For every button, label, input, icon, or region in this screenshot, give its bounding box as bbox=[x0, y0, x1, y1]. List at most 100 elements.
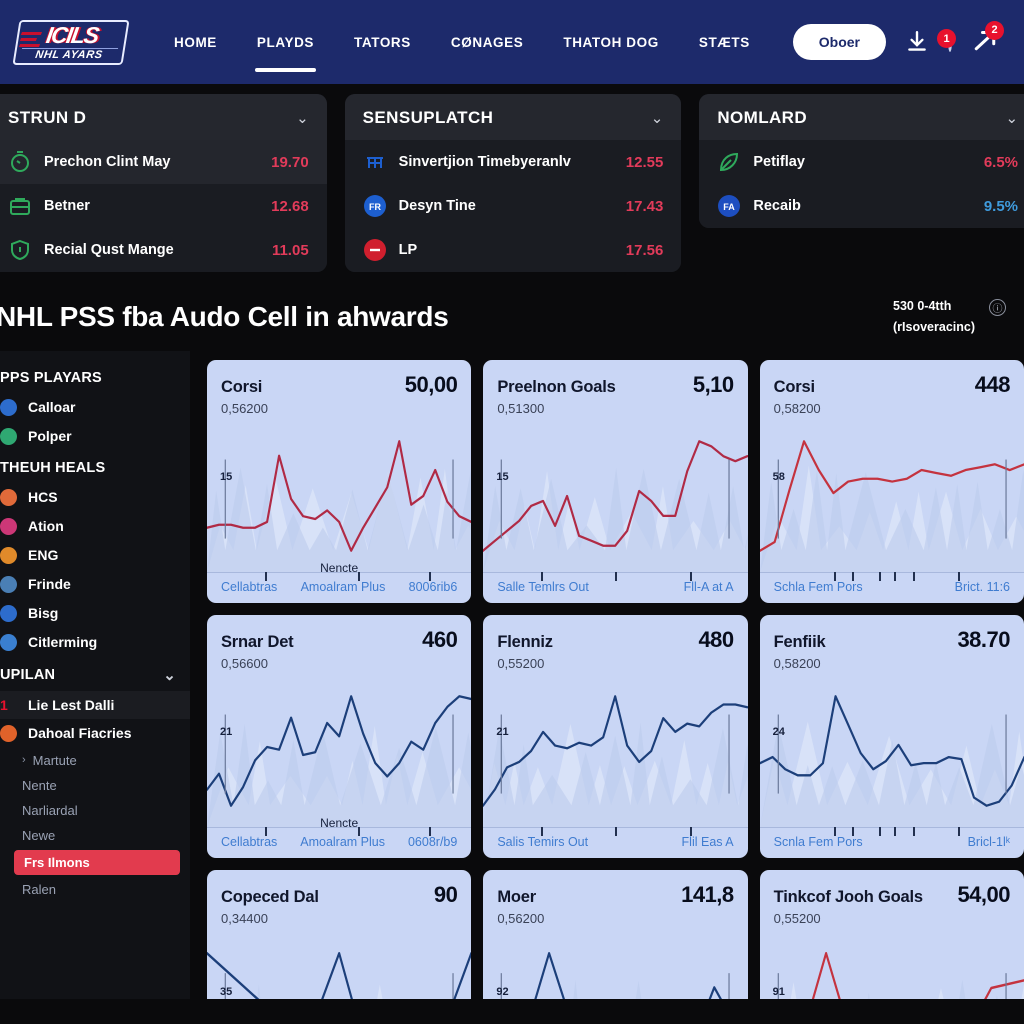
nav-item-conages[interactable]: CØNAGES bbox=[431, 0, 543, 84]
subscribe-button[interactable]: Oboer bbox=[792, 24, 886, 60]
stat-card[interactable]: Corsi 448 0,58200 58 Schla Fem Pors Brict. 11… bbox=[759, 359, 1024, 603]
stat-card[interactable]: Fenfiik 38.70 0,58200 24 Scnla Fem Pors Bricl… bbox=[759, 614, 1024, 858]
card-value: 90 bbox=[433, 881, 458, 907]
sidebar-item-group[interactable]: Dahoal Fiacries bbox=[0, 719, 190, 748]
stat-card[interactable]: Copeced Dal 90 0,34400 35 bbox=[207, 869, 472, 999]
stat-panel-header[interactable]: STRUN D ⌄ bbox=[0, 94, 327, 140]
sidebar-item-calloar[interactable]: Calloar bbox=[0, 393, 190, 422]
team-badge-icon bbox=[0, 604, 17, 622]
card-footer-right[interactable]: 8006rib6 bbox=[409, 580, 458, 594]
card-y-axis-label: 92 bbox=[496, 985, 509, 998]
stat-card[interactable]: Srnar Det 460 0,56600 21 Nencte Cellabtras Amo… bbox=[207, 614, 472, 858]
download-icon[interactable] bbox=[904, 28, 930, 56]
stat-card[interactable]: Moer 141,8 0,56200 92 bbox=[483, 869, 748, 999]
stat-row-label: Prechon Clint May bbox=[44, 154, 171, 170]
sidebar-item-selected[interactable]: 1 Lie Lest Dalli bbox=[0, 690, 190, 719]
stat-panel-row[interactable]: Petiflay 6.5% bbox=[699, 140, 1024, 184]
nav-item-playds[interactable]: PLAYDS bbox=[237, 0, 334, 84]
fa-icon: FA bbox=[717, 194, 741, 218]
team-badge-icon bbox=[0, 398, 17, 416]
nav-item-tators[interactable]: TATORS bbox=[334, 0, 431, 84]
share-arrow-button[interactable]: 2 bbox=[970, 20, 1004, 60]
card-footer-left[interactable]: Cellabtras bbox=[221, 580, 277, 594]
svg-text:FR: FR bbox=[369, 202, 381, 212]
nav-item-stats[interactable]: STÆTS bbox=[679, 0, 770, 84]
stat-row-label: Recaib bbox=[753, 198, 801, 214]
card-y-axis-label: 35 bbox=[220, 985, 233, 998]
stat-panel-row[interactable]: Recial Qust Mange 11.05 bbox=[0, 228, 327, 272]
sidebar-item-bisg[interactable]: Bisg bbox=[0, 599, 190, 628]
card-value: 141,8 bbox=[681, 881, 734, 907]
chevron-down-icon[interactable]: ⌄ bbox=[296, 109, 309, 127]
stat-panel: SENSUPLATCH ⌄ Sinvertjion Timebyeranlv 12.5… bbox=[344, 94, 682, 272]
chevron-down-icon[interactable]: ⌄ bbox=[163, 666, 176, 684]
sidebar-section-title-upilan[interactable]: UPILAN ⌄ bbox=[0, 657, 190, 691]
card-value: 38.70 bbox=[957, 626, 1010, 652]
sidebar-item-frinde[interactable]: Frinde bbox=[0, 570, 190, 599]
stat-card[interactable]: Corsi 50,00 0,56200 15 Nencte Cellabtras Amoal… bbox=[207, 359, 472, 603]
card-footer-left[interactable]: Salis Temirs Out bbox=[497, 835, 588, 849]
card-footer-right[interactable]: Flil Eas A bbox=[682, 835, 734, 849]
sidebar-subitem-nente[interactable]: Nente bbox=[0, 773, 190, 798]
nav-links: HOME PLAYDS TATORS CØNAGES THATOH DOG ST… bbox=[154, 0, 770, 84]
sidebar-item-label: Ation bbox=[28, 518, 64, 534]
sidebar-item-polper[interactable]: Polper bbox=[0, 422, 190, 451]
stat-row-label: Sinvertjion Timebyeranlv bbox=[398, 154, 571, 170]
logo-badge: ICILS NHL AYARS bbox=[12, 19, 130, 65]
stat-panel-row[interactable]: Betner 12.68 bbox=[0, 184, 327, 228]
card-sparkline-chart: 92 bbox=[483, 930, 747, 999]
card-footer-mid[interactable]: Amoalram Plus bbox=[300, 835, 385, 849]
card-footer-right[interactable]: Fll-A at A bbox=[684, 580, 734, 594]
stat-panel-row[interactable]: LP 17.56 bbox=[344, 228, 682, 272]
chevron-down-icon[interactable]: ⌄ bbox=[1005, 109, 1018, 127]
nav-item-home[interactable]: HOME bbox=[154, 0, 237, 84]
avatar-notification-badge: 1 bbox=[937, 29, 956, 48]
sidebar-item-hcs[interactable]: HCS bbox=[0, 483, 190, 512]
card-footer-left[interactable]: Schla Fem Pors bbox=[774, 580, 863, 594]
nav-item-label: STÆTS bbox=[698, 34, 750, 50]
stat-card[interactable]: Tinkcof Jooh Goals 54,00 0,55200 91 bbox=[759, 869, 1024, 999]
sidebar-subitem-ralen[interactable]: Ralen bbox=[0, 877, 190, 902]
team-badge-icon bbox=[0, 427, 17, 445]
card-subtitle: 0,58200 bbox=[773, 655, 821, 671]
card-footer-right[interactable]: Bricl-1lᵏ bbox=[968, 835, 1010, 849]
sidebar-subitem-label: Frs Ilmons bbox=[24, 854, 90, 870]
stat-panel-row[interactable]: Sinvertjion Timebyeranlv 12.55 bbox=[344, 140, 682, 184]
sidebar-item-eng[interactable]: ENG bbox=[0, 541, 190, 570]
sidebar-item-label: Frinde bbox=[28, 576, 71, 592]
nav-item-thatoh-dog[interactable]: THATOH DOG bbox=[543, 0, 679, 84]
chevron-down-icon[interactable]: ⌄ bbox=[651, 109, 664, 127]
card-title: Moer bbox=[497, 887, 536, 906]
chevron-right-icon[interactable]: › bbox=[22, 754, 26, 766]
team-badge-icon bbox=[0, 517, 17, 535]
card-footer-right[interactable]: 0608r/b9 bbox=[408, 835, 457, 849]
card-footer-left[interactable]: Scnla Fem Pors bbox=[774, 835, 863, 849]
card-grid: Corsi 50,00 0,56200 15 Nencte Cellabtras Amoal… bbox=[190, 351, 1024, 999]
sidebar-subitem-narliardal[interactable]: Narliardal bbox=[0, 798, 190, 823]
stat-row-value: 17.56 bbox=[625, 241, 664, 259]
card-footer-left[interactable]: Salle Temlrs Out bbox=[497, 580, 588, 594]
stat-panel-row[interactable]: FR Desyn Tine 17.43 bbox=[344, 184, 682, 228]
sidebar-item-ation[interactable]: Ation bbox=[0, 512, 190, 541]
info-icon[interactable]: ⓘ bbox=[989, 299, 1006, 316]
sidebar-subitem-martute[interactable]: › Martute bbox=[0, 748, 190, 773]
sidebar-subitem-frs-ilmons[interactable]: Frs Ilmons bbox=[14, 849, 180, 875]
site-logo[interactable]: ICILS NHL AYARS bbox=[12, 14, 130, 70]
sidebar-item-rank: 1 bbox=[0, 696, 8, 713]
stat-panel-row[interactable]: Prechon Clint May 19.70 bbox=[0, 140, 327, 184]
card-sparkline-chart: 15 bbox=[483, 420, 748, 572]
card-footer-mid[interactable]: Amoalram Plus bbox=[301, 580, 386, 594]
stat-panel-header[interactable]: SENSUPLATCH ⌄ bbox=[344, 94, 682, 140]
sidebar-subitem-label: Ralen bbox=[22, 881, 56, 897]
stat-card[interactable]: Preelnon Goals 5,10 0,51300 15 Salle Temlrs … bbox=[483, 359, 748, 603]
user-avatar[interactable]: 1 bbox=[937, 29, 956, 52]
sidebar-item-citlerming[interactable]: Citlerming bbox=[0, 628, 190, 657]
card-footer-right[interactable]: Brict. 11:6 bbox=[955, 580, 1010, 594]
axis-ticks bbox=[483, 826, 747, 836]
stat-row-value: 17.43 bbox=[625, 197, 664, 215]
stat-card[interactable]: Flenniz 480 0,55200 21 Salis Temirs Out Flil … bbox=[483, 614, 748, 858]
card-footer-left[interactable]: Cellabtras bbox=[221, 835, 277, 849]
stat-panel-header[interactable]: NOMLARD ⌄ bbox=[699, 94, 1024, 140]
stat-panel-row[interactable]: FA Recaib 9.5% bbox=[699, 184, 1024, 228]
sidebar-subitem-newe[interactable]: Newe bbox=[0, 823, 190, 848]
